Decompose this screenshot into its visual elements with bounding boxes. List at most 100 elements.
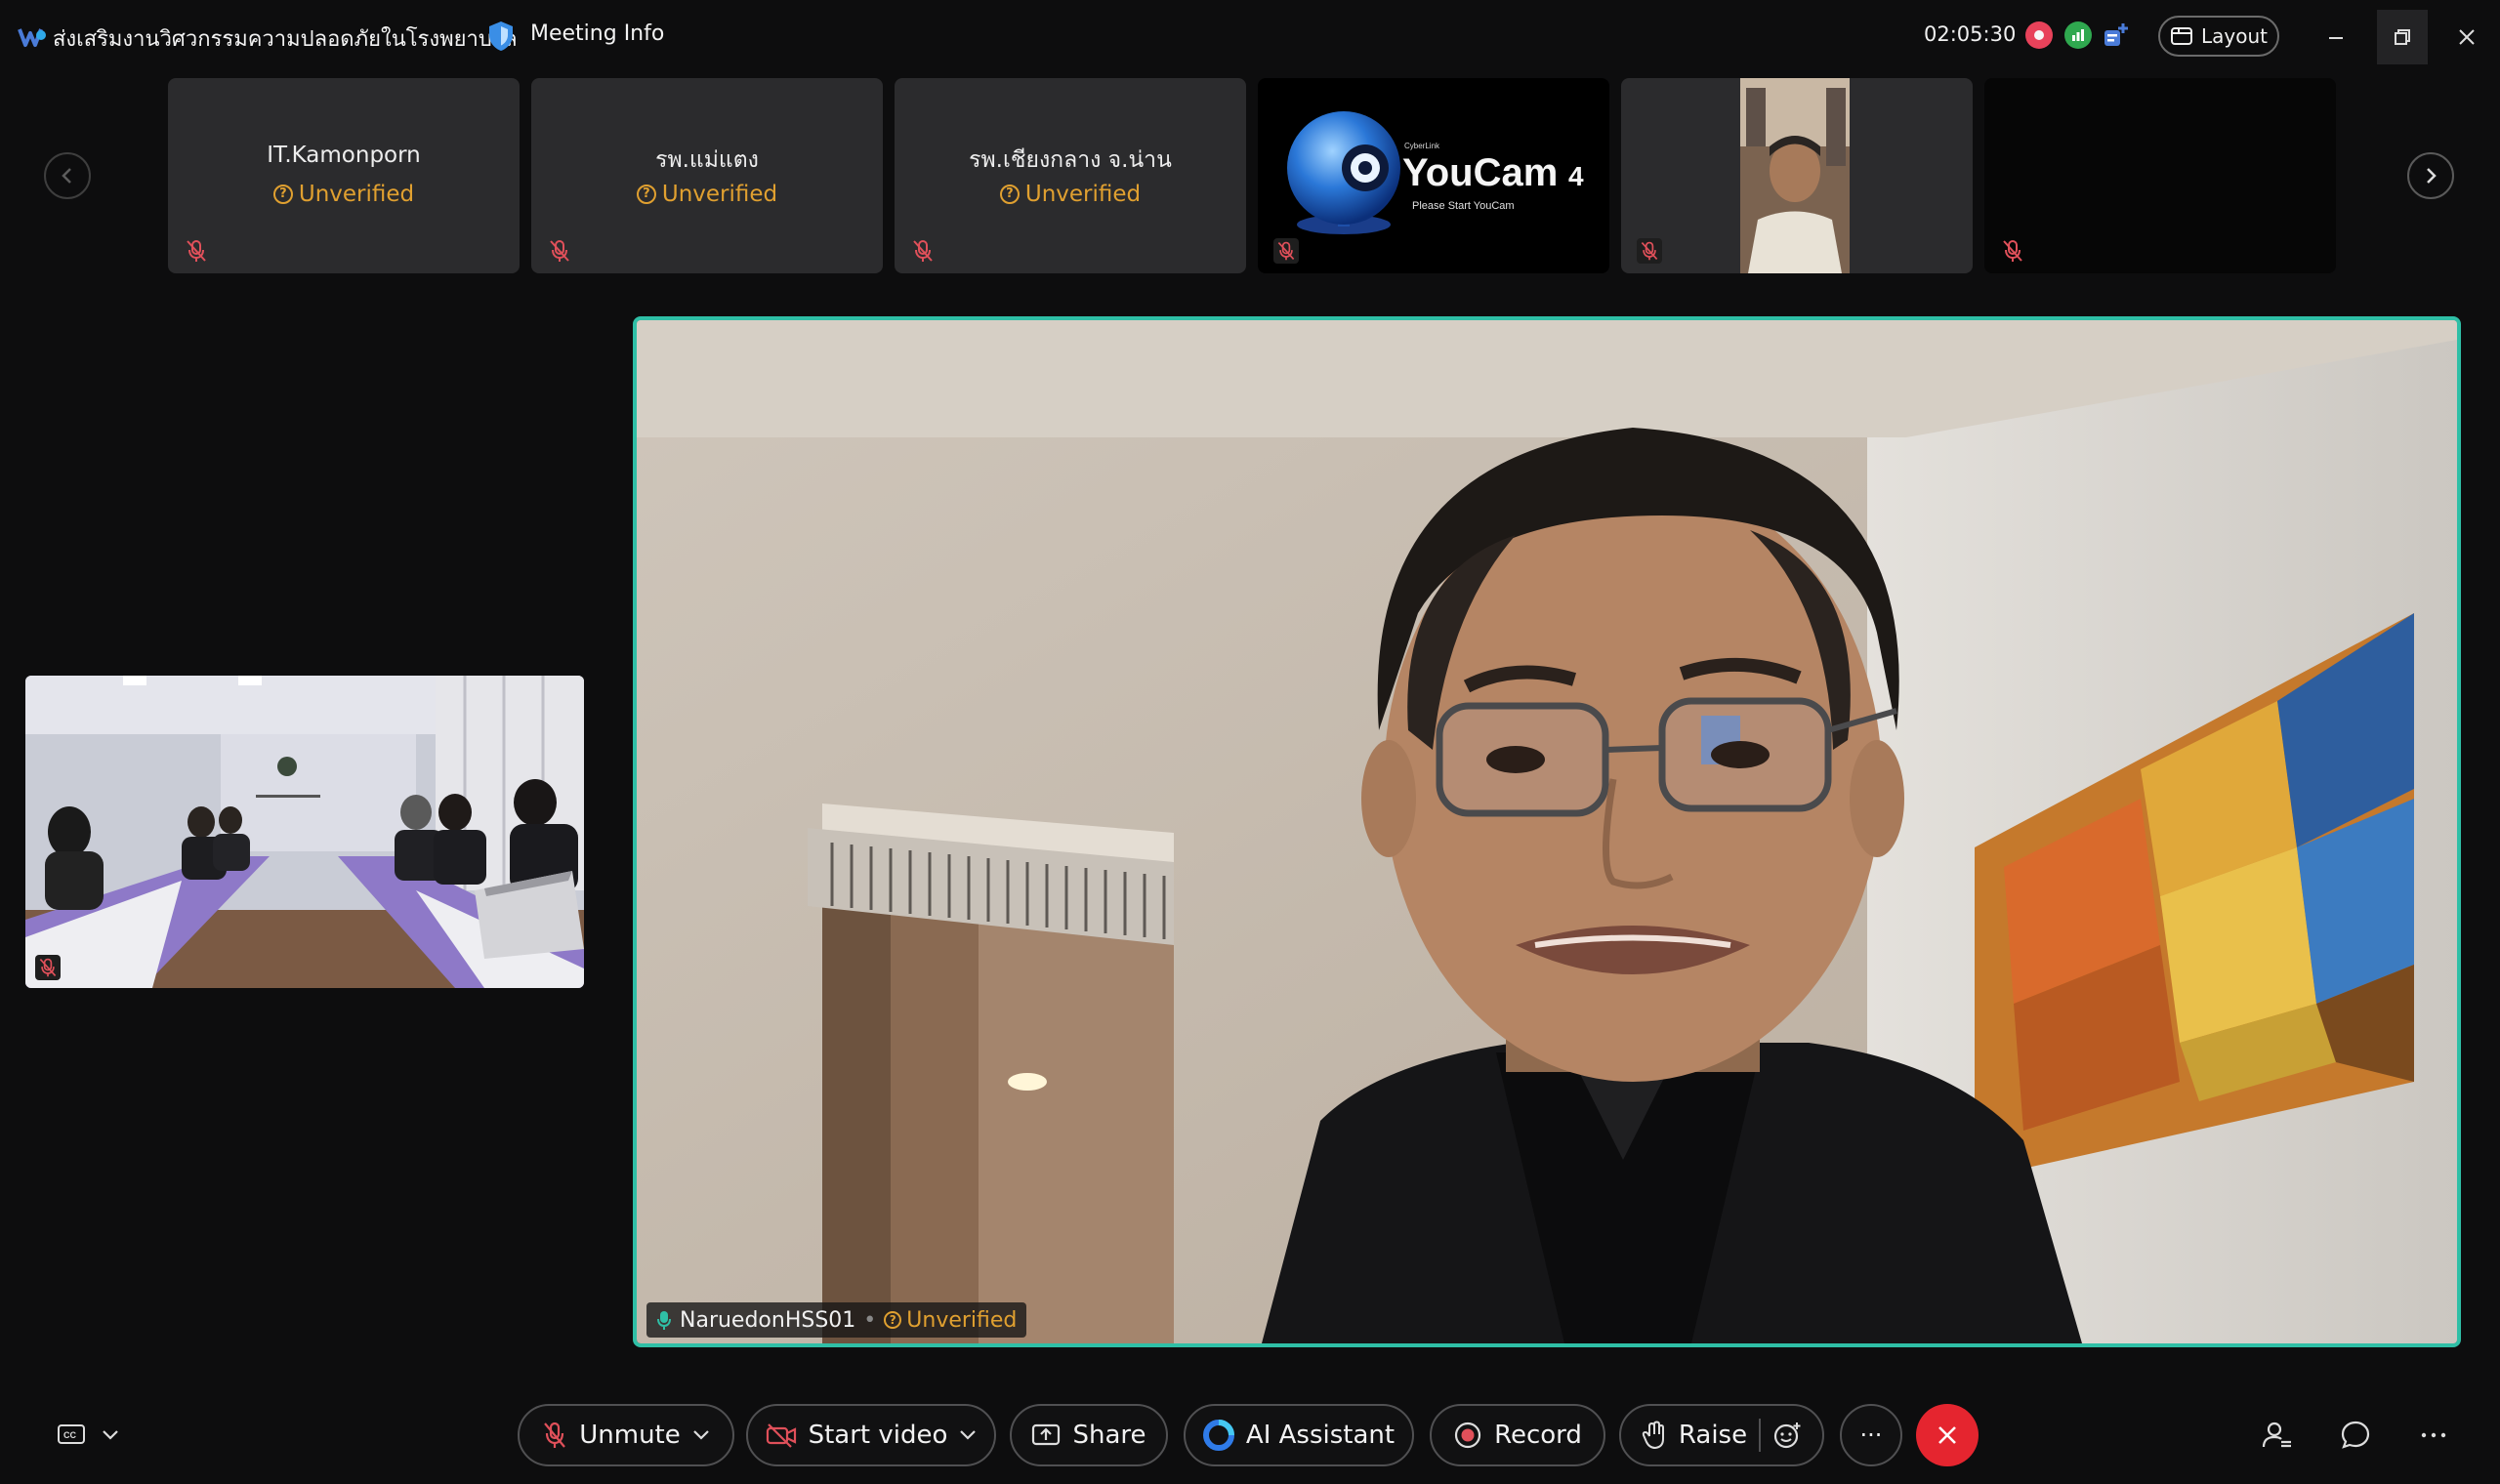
speaker-name-tag: NaruedonHSS01 • ? Unverified	[646, 1302, 1027, 1338]
chat-button[interactable]	[2338, 1418, 2373, 1453]
more-options-button[interactable]: ···	[1840, 1404, 1902, 1466]
status-label: Unverified	[661, 182, 778, 207]
participant-tile-2[interactable]: รพ.แม่แตง ? Unverified	[531, 78, 883, 273]
unmute-button[interactable]: Unmute	[518, 1404, 734, 1466]
raise-hand-icon	[1642, 1421, 1664, 1450]
chevron-down-icon[interactable]	[692, 1429, 710, 1441]
ai-assistant-icon	[1202, 1420, 1234, 1451]
unverified-icon: ?	[884, 1311, 902, 1329]
leave-meeting-button[interactable]	[1916, 1404, 1979, 1466]
youcam-version: 4	[1568, 161, 1584, 191]
mic-muted-icon	[2003, 240, 2022, 262]
share-screen-icon	[1032, 1423, 1061, 1446]
unverified-icon: ?	[636, 185, 656, 204]
separator-dot: •	[863, 1307, 877, 1333]
chevron-left-icon	[62, 168, 71, 184]
close-icon	[2459, 29, 2475, 45]
close-window-button[interactable]	[2441, 10, 2492, 64]
youcam-brand: YouCam	[1402, 151, 1558, 194]
video-off-icon	[766, 1423, 796, 1448]
ellipsis-icon	[2421, 1432, 2446, 1438]
filmstrip-prev-button[interactable]	[44, 152, 91, 199]
minimize-icon	[2329, 37, 2343, 39]
meeting-title: ส่งเสริมงานวิศวกรรมความปลอดภัยในโรงพยาบา…	[53, 27, 518, 52]
verification-status: ? Unverified	[168, 182, 520, 207]
unverified-icon: ?	[999, 185, 1020, 204]
share-button[interactable]: Share	[1010, 1404, 1168, 1466]
record-button[interactable]: Record	[1430, 1404, 1605, 1466]
verification-status: ? Unverified	[531, 182, 883, 207]
record-icon	[1454, 1422, 1481, 1449]
record-label: Record	[1494, 1421, 1582, 1450]
mic-muted-icon	[35, 955, 61, 980]
speaker-name: NaruedonHSS01	[680, 1307, 856, 1333]
closed-captions-button[interactable]: CC	[57, 1416, 125, 1455]
recording-indicator-icon[interactable]	[2025, 21, 2053, 49]
mic-muted-icon	[1637, 238, 1662, 264]
participant-tile-3[interactable]: รพ.เชียงกลาง จ.น่าน ? Unverified	[895, 78, 1246, 273]
close-icon	[1938, 1426, 1956, 1444]
minimize-button[interactable]	[2311, 10, 2361, 64]
mic-muted-icon	[550, 240, 569, 262]
youcam-brand-small: CyberLink	[1404, 142, 1440, 150]
closed-captions-icon: CC	[58, 1424, 85, 1444]
chevron-right-icon	[2427, 168, 2437, 184]
conference-room-video[interactable]	[25, 676, 584, 988]
raise-hand-button[interactable]: Raise	[1619, 1404, 1824, 1466]
restore-icon	[2395, 29, 2410, 45]
participant-tile-6[interactable]	[1984, 78, 2336, 273]
restore-button[interactable]	[2377, 10, 2428, 64]
filmstrip-next-button[interactable]	[2407, 152, 2454, 199]
chevron-down-icon	[103, 1430, 118, 1440]
share-label: Share	[1072, 1421, 1146, 1450]
title-bar: ส่งเสริมงานวิศวกรรมความปลอดภัยในโรงพยาบา…	[0, 0, 2500, 76]
mic-muted-icon	[544, 1422, 566, 1448]
mic-muted-icon	[187, 240, 206, 262]
participant-tile-5[interactable]	[1621, 78, 1973, 273]
participants-button[interactable]	[2260, 1418, 2295, 1453]
reactions-icon[interactable]	[1772, 1421, 1802, 1450]
svg-text:CC: CC	[63, 1430, 76, 1440]
status-label: Unverified	[298, 182, 415, 207]
layout-button[interactable]: Layout	[2158, 16, 2279, 57]
youcam-splash-video: CyberLink YouCam 4 Please Start YouCam	[1287, 111, 1584, 234]
mic-muted-icon	[1273, 238, 1299, 264]
meeting-info-link[interactable]: Meeting Info	[530, 21, 664, 46]
chevron-down-icon[interactable]	[959, 1429, 977, 1441]
speaker-video-feed	[637, 320, 2457, 1343]
room-video-feed	[25, 676, 584, 988]
unmute-label: Unmute	[579, 1421, 681, 1450]
start-video-button[interactable]: Start video	[746, 1404, 996, 1466]
ai-assistant-label: AI Assistant	[1245, 1421, 1396, 1450]
verification-status: ? Unverified	[895, 182, 1246, 207]
shield-icon[interactable]	[486, 20, 516, 53]
network-health-icon[interactable]	[2064, 21, 2092, 49]
participant-video	[1740, 78, 1850, 273]
status-label: Unverified	[1024, 182, 1142, 207]
divider	[1759, 1419, 1762, 1452]
mic-active-icon	[657, 1311, 671, 1330]
speaker-verification-status: ? Unverified	[884, 1308, 1017, 1333]
apps-icon[interactable]	[2102, 21, 2129, 49]
active-speaker-video[interactable]: NaruedonHSS01 • ? Unverified	[633, 316, 2461, 1347]
chat-icon	[2341, 1421, 2370, 1449]
participant-name: รพ.เชียงกลาง จ.น่าน	[969, 147, 1172, 173]
participant-name: IT.Kamonporn	[267, 143, 421, 168]
participant-tile-4[interactable]: CyberLink YouCam 4 Please Start YouCam	[1258, 78, 1609, 273]
participant-name: รพ.แม่แตง	[655, 147, 759, 173]
layout-icon	[2171, 27, 2192, 45]
participant-tile-1[interactable]: IT.Kamonporn ? Unverified	[168, 78, 520, 273]
start-video-label: Start video	[808, 1421, 948, 1450]
unverified-icon: ?	[272, 185, 293, 204]
ai-assistant-button[interactable]: AI Assistant	[1184, 1404, 1414, 1466]
more-panels-button[interactable]	[2416, 1418, 2451, 1453]
mic-muted-icon	[913, 240, 933, 262]
youcam-tagline: Please Start YouCam	[1412, 200, 1515, 212]
more-options-icon: ···	[1859, 1422, 1883, 1449]
layout-label: Layout	[2201, 24, 2268, 48]
participants-icon	[2262, 1422, 2291, 1448]
status-label: Unverified	[906, 1307, 1018, 1333]
raise-label: Raise	[1678, 1421, 1748, 1450]
webex-logo-icon	[18, 28, 46, 47]
meeting-timer: 02:05:30	[1924, 22, 2017, 46]
